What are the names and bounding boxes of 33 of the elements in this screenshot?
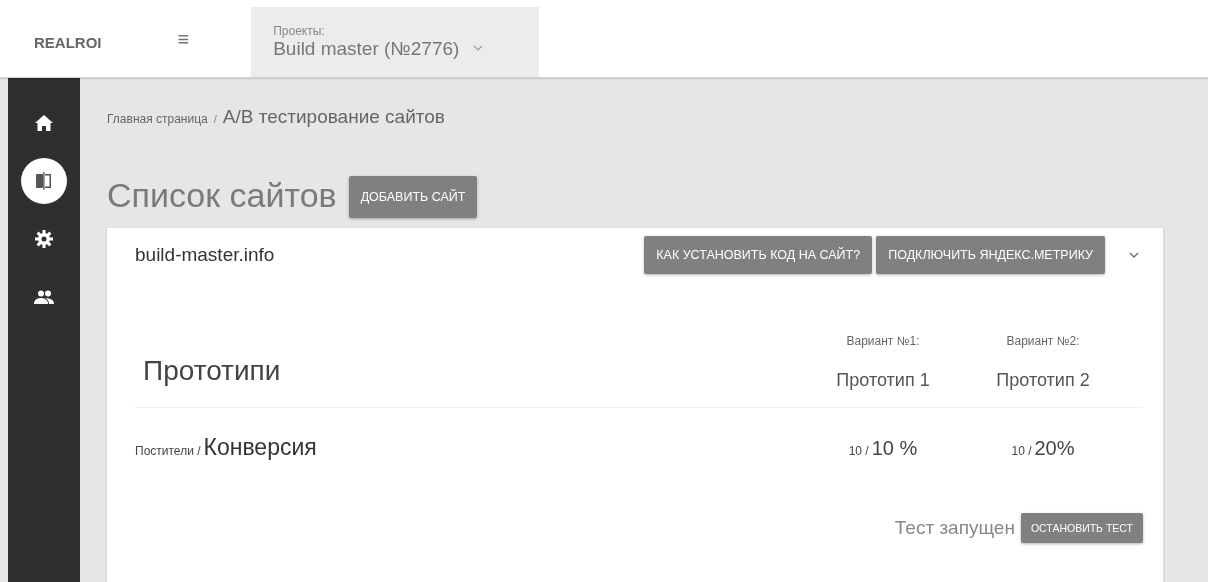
row-sublabel: Постители / (135, 444, 201, 458)
sidebar-item[interactable] (21, 158, 67, 204)
settings-icon (35, 230, 53, 248)
variant-label: Вариант №2: (1006, 334, 1080, 348)
site-name: build-master.info (135, 244, 275, 266)
people-icon (34, 290, 54, 304)
visitor-count: 10 / (848, 444, 869, 458)
prototypes-heading: Прототипи (143, 355, 282, 388)
home-icon (35, 115, 53, 131)
variant-name: Прототип 2 (996, 370, 1090, 391)
variant-name: Прототип 1 (836, 370, 930, 391)
chevron-down-icon (473, 45, 484, 51)
action-button[interactable]: КАК УСТАНОВИТЬ КОД НА САЙТ? (644, 236, 873, 274)
chevron-down-icon[interactable] (1129, 252, 1139, 258)
test-status: Тест запущен (894, 517, 1015, 539)
project-label: Проекты: (273, 24, 326, 38)
conversion-rate: 10 % (871, 437, 918, 460)
variant-label: Вариант №1: (846, 334, 920, 348)
stop-test-button[interactable]: ОСТАНОВИТЬ ТЕСТ (1020, 513, 1143, 543)
project-dropdown[interactable]: Проекты: Build master (№2776) (251, 7, 540, 77)
page-title: Список сайтов (107, 175, 337, 215)
action-button[interactable]: ПОДКЛЮЧИТЬ ЯНДЕКС.МЕТРИКУ (876, 236, 1105, 274)
visitor-count: 10 / (1011, 444, 1032, 458)
breadcrumb-current: A/B тестирование сайтов (222, 106, 445, 128)
breadcrumb-separator: / (213, 113, 217, 125)
conversion-rate: 20% (1034, 437, 1075, 460)
logo: REALROI (34, 34, 102, 51)
row-label: Конверсия (203, 434, 317, 461)
project-name: Build master (№2776) (273, 38, 460, 60)
add-site-button[interactable]: ДОБАВИТЬ САЙТ (348, 176, 478, 218)
menu-icon[interactable]: ≡ (177, 28, 190, 51)
compare-icon (34, 171, 54, 191)
breadcrumb-link[interactable]: Главная страница (107, 112, 208, 126)
